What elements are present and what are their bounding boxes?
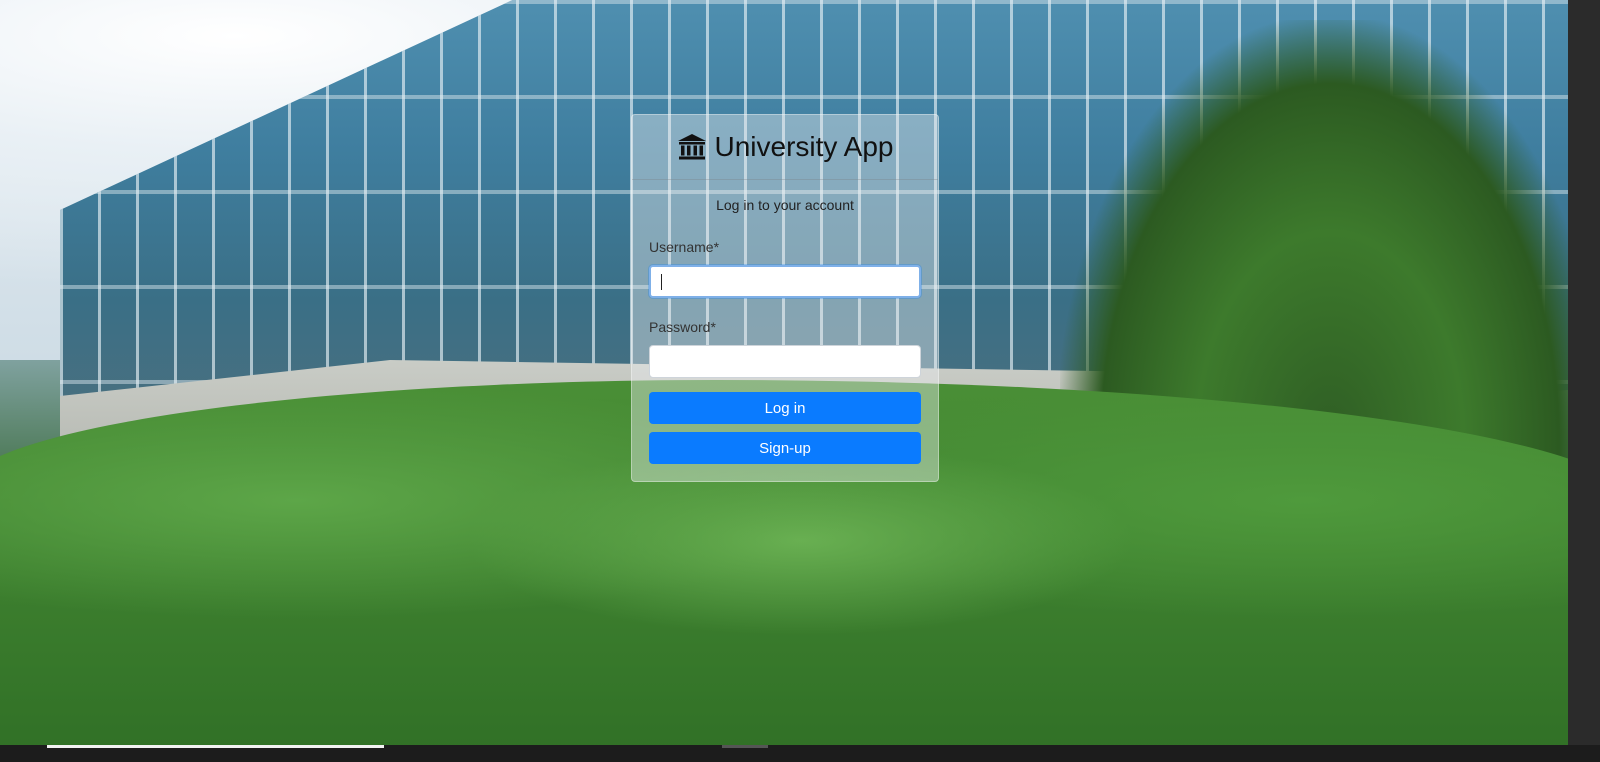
login-button[interactable]: Log in [649, 392, 921, 424]
username-input[interactable] [649, 265, 921, 298]
text-caret [661, 274, 662, 290]
bottom-bar [0, 745, 1600, 762]
university-icon [677, 134, 706, 160]
bottom-bar-marker [722, 745, 768, 748]
card-header: University App [632, 115, 938, 180]
password-label: Password* [649, 319, 716, 335]
username-label: Username* [649, 239, 720, 255]
login-subtitle: Log in to your account [716, 197, 854, 213]
background-photo: University App Log in to your account Us… [0, 0, 1568, 745]
vertical-scrollbar[interactable] [1568, 0, 1600, 745]
password-input[interactable] [649, 345, 921, 378]
horizontal-scrollbar-thumb[interactable] [47, 745, 384, 748]
login-card: University App Log in to your account Us… [631, 114, 939, 482]
app-title: University App [714, 131, 894, 162]
signup-button[interactable]: Sign-up [649, 432, 921, 464]
